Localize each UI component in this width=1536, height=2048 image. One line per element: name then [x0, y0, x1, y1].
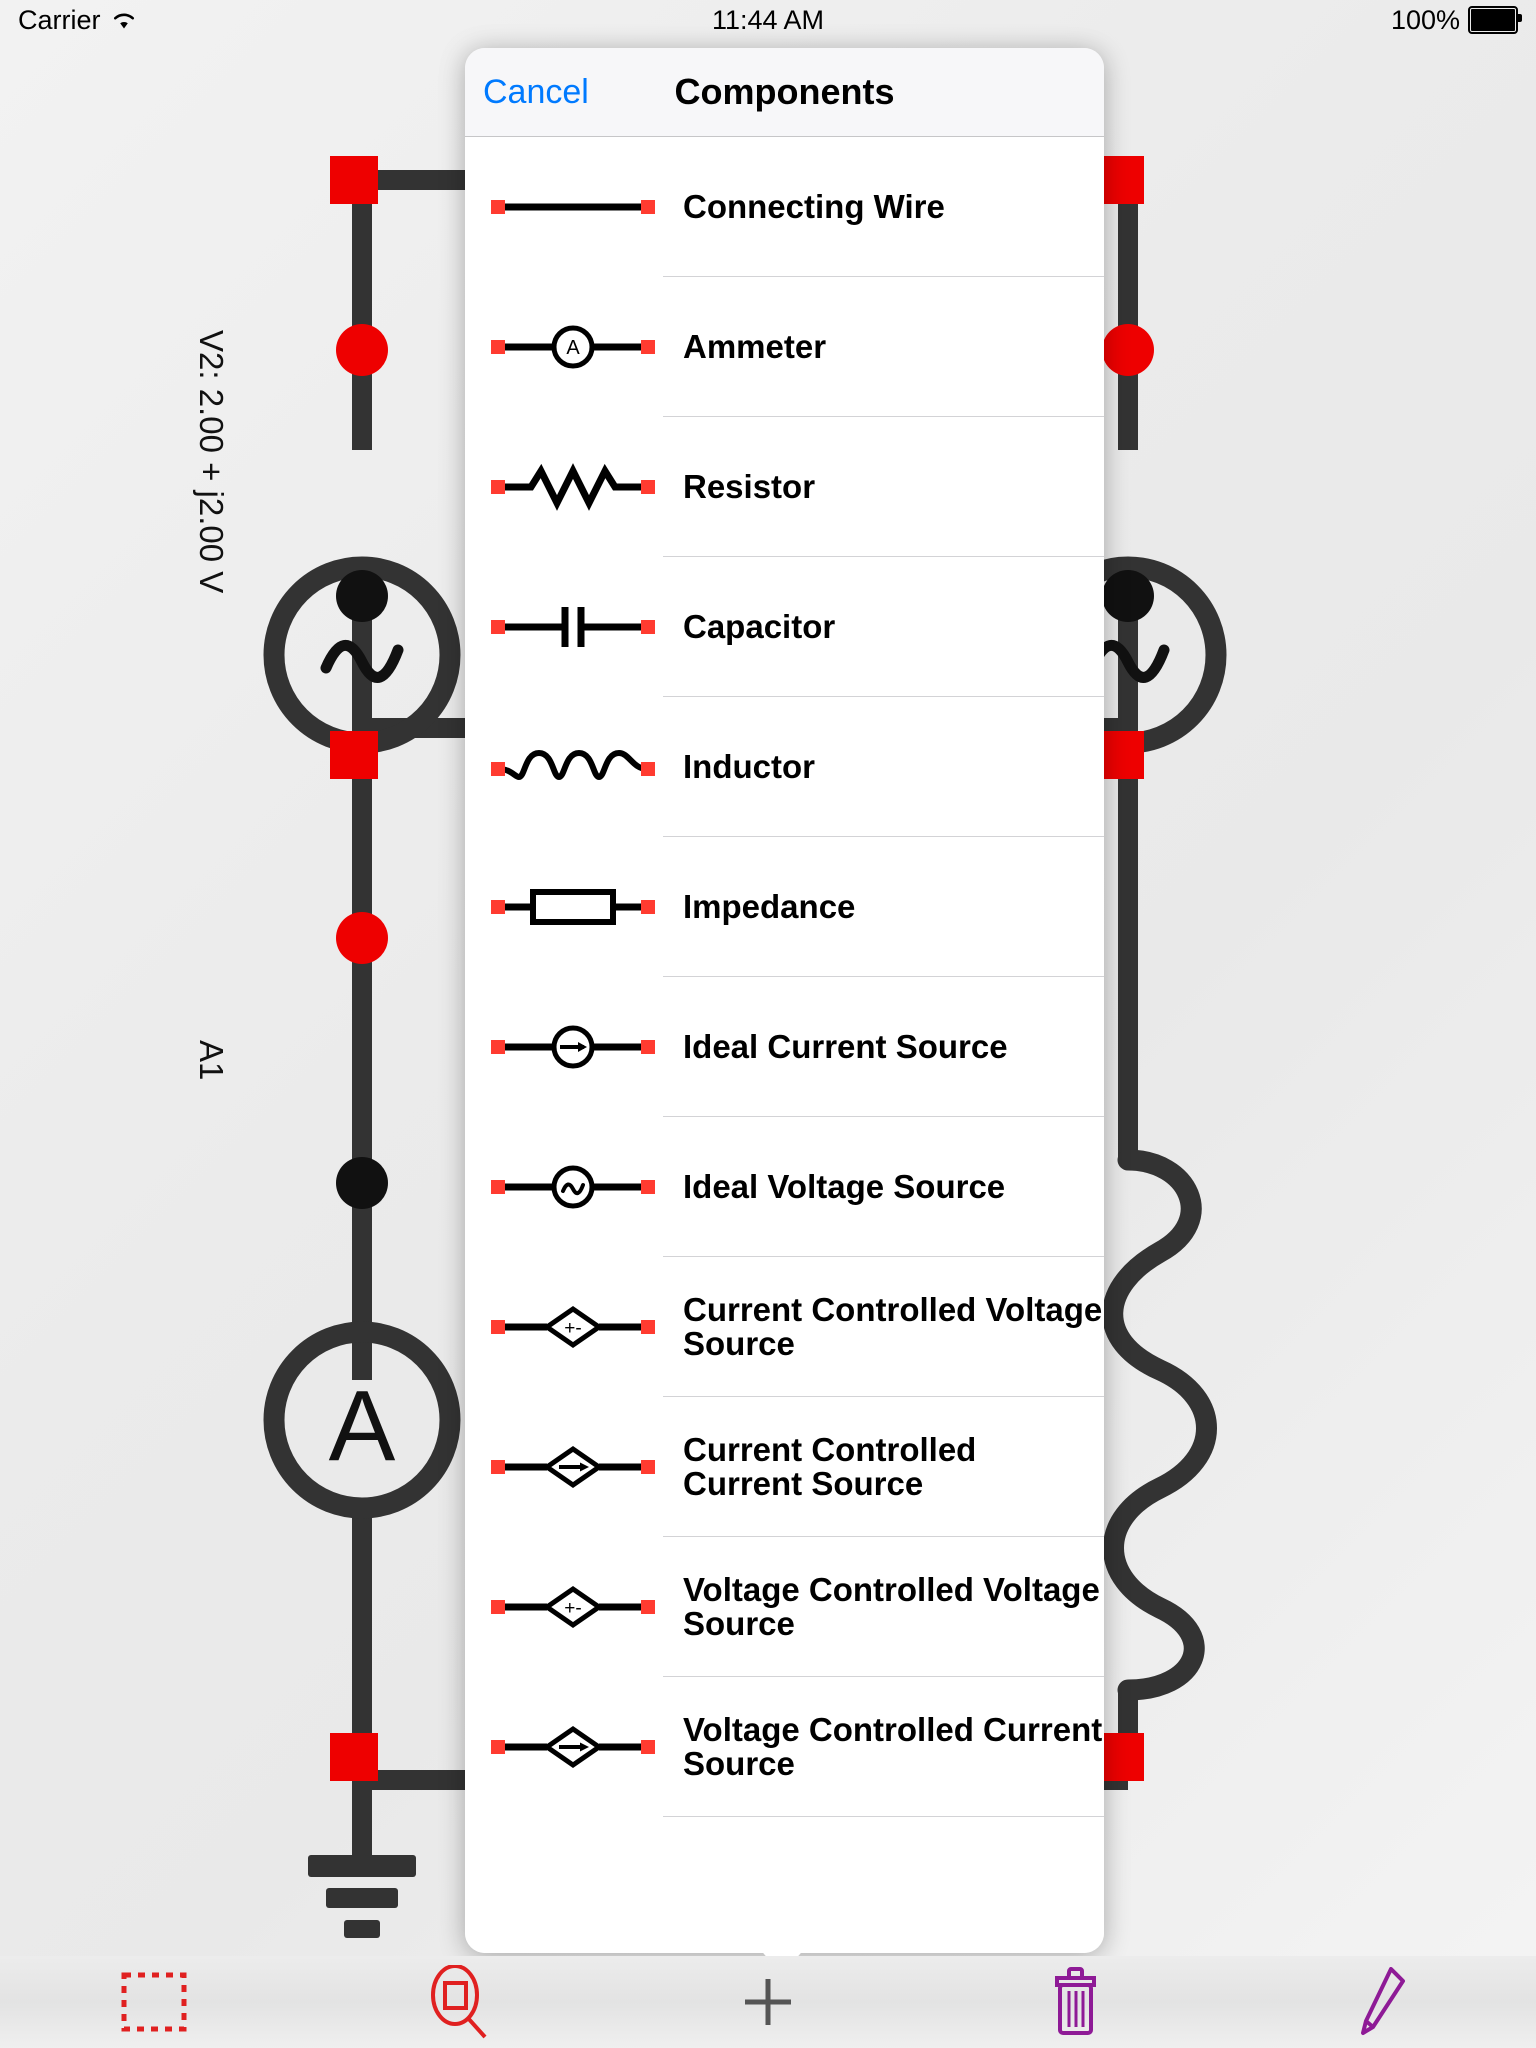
list-item-label: Voltage Controlled Voltage Source — [683, 1571, 1100, 1642]
list-item-label: Current Controlled Current Source — [683, 1431, 977, 1502]
popover-title: Components — [674, 71, 895, 112]
list-item-current-controlled-voltage-source[interactable]: +- Current Controlled Voltage Source — [465, 1257, 1104, 1397]
list-item-voltage-controlled-current-source[interactable]: Voltage Controlled Current Source — [465, 1677, 1104, 1817]
ground-symbol[interactable] — [308, 1780, 416, 1938]
list-item-label: Capacitor — [683, 608, 836, 646]
magnifier-rectangle-icon — [430, 1965, 487, 2039]
plus-icon — [745, 1979, 791, 2025]
ideal-current-source-symbol — [483, 1019, 663, 1075]
list-item-label: Connecting Wire — [683, 188, 945, 226]
list-item-label: Voltage Controlled Current Source — [683, 1711, 1103, 1782]
pencil-icon — [1361, 1967, 1406, 2035]
resistor-symbol — [483, 459, 663, 515]
components-popover: Cancel Components Connecting Wire A Amme… — [465, 48, 1104, 1953]
list-item-label: Impedance — [683, 888, 856, 926]
popover-header: Cancel Components — [465, 48, 1104, 137]
capacitor-symbol — [483, 599, 663, 655]
list-item-label: Inductor — [683, 748, 815, 786]
wire-symbol — [483, 179, 663, 235]
list-item-ammeter[interactable]: A Ammeter — [465, 277, 1104, 417]
list-item-inductor[interactable]: Inductor — [465, 697, 1104, 837]
ammeter-symbol: A — [483, 319, 663, 375]
impedance-symbol — [483, 879, 663, 935]
terminal-node-mid-left — [330, 731, 378, 779]
list-item-capacitor[interactable]: Capacitor — [465, 557, 1104, 697]
junction-node-left-bot — [336, 1157, 388, 1209]
dashed-rectangle-icon — [121, 1972, 187, 2032]
edit-button[interactable] — [1229, 1956, 1536, 2048]
svg-text:+-: +- — [564, 1598, 581, 1619]
list-item-resistor[interactable]: Resistor — [465, 417, 1104, 557]
status-bar-right: 100% — [1390, 4, 1522, 36]
voltage-source-v2-label: V2: 2.00 + j2.00 V — [193, 330, 230, 594]
junction-node-left-mid — [336, 570, 388, 622]
vccs-symbol — [483, 1719, 663, 1775]
terminal-node-top-left — [330, 156, 378, 204]
junction-node-left-lower — [336, 912, 388, 964]
list-item-impedance[interactable]: Impedance — [465, 837, 1104, 977]
list-item-ideal-voltage-source[interactable]: Ideal Voltage Source — [465, 1117, 1104, 1257]
list-item-current-controlled-current-source[interactable]: Current Controlled Current Source — [465, 1397, 1104, 1537]
list-item-label: Resistor — [683, 468, 816, 506]
list-item-label: Ammeter — [683, 328, 827, 366]
delete-button[interactable] — [922, 1956, 1229, 2048]
list-item-label: Ideal Voltage Source — [683, 1168, 1006, 1206]
zoom-tool[interactable] — [307, 1956, 614, 2048]
ccvs-symbol: +- — [483, 1299, 663, 1355]
cccs-symbol — [483, 1439, 663, 1495]
list-item-ideal-current-source[interactable]: Ideal Current Source — [465, 977, 1104, 1117]
status-bar-time: 11:44 AM — [711, 4, 825, 35]
bottom-toolbar — [0, 1956, 1536, 2048]
junction-node-right-mid — [1102, 570, 1154, 622]
junction-node-left-upper — [336, 324, 388, 376]
list-item-voltage-controlled-voltage-source[interactable]: +- Voltage Controlled Voltage Source — [465, 1537, 1104, 1677]
select-region-tool[interactable] — [0, 1956, 307, 2048]
svg-text:+-: +- — [564, 1318, 581, 1339]
junction-node-right-upper — [1102, 324, 1154, 376]
components-list[interactable]: Connecting Wire A Ammeter Resistor Capac… — [465, 137, 1104, 1953]
battery-percent-label: 100% — [1390, 4, 1460, 35]
trash-icon — [1055, 1967, 1097, 2035]
svg-text:A: A — [566, 337, 580, 359]
list-item-label: Current Controlled Voltage Source — [683, 1291, 1103, 1362]
terminal-node-bottom-left — [330, 1733, 378, 1781]
list-item-label: Ideal Current Source — [683, 1028, 1008, 1066]
ideal-voltage-source-symbol — [483, 1159, 663, 1215]
list-item-connecting-wire[interactable]: Connecting Wire — [465, 137, 1104, 277]
add-component-button[interactable] — [614, 1956, 921, 2048]
status-bar: Carrier 11:44 AM 100% — [0, 0, 1536, 40]
inductor-right[interactable] — [1102, 1149, 1217, 1701]
list-separator — [663, 1816, 1104, 1817]
battery-full-icon — [1468, 6, 1522, 34]
inductor-symbol — [483, 739, 663, 795]
ammeter-a1-label: A1 — [193, 1040, 230, 1081]
vcvs-symbol: +- — [483, 1579, 663, 1635]
svg-text:A: A — [329, 1370, 396, 1482]
